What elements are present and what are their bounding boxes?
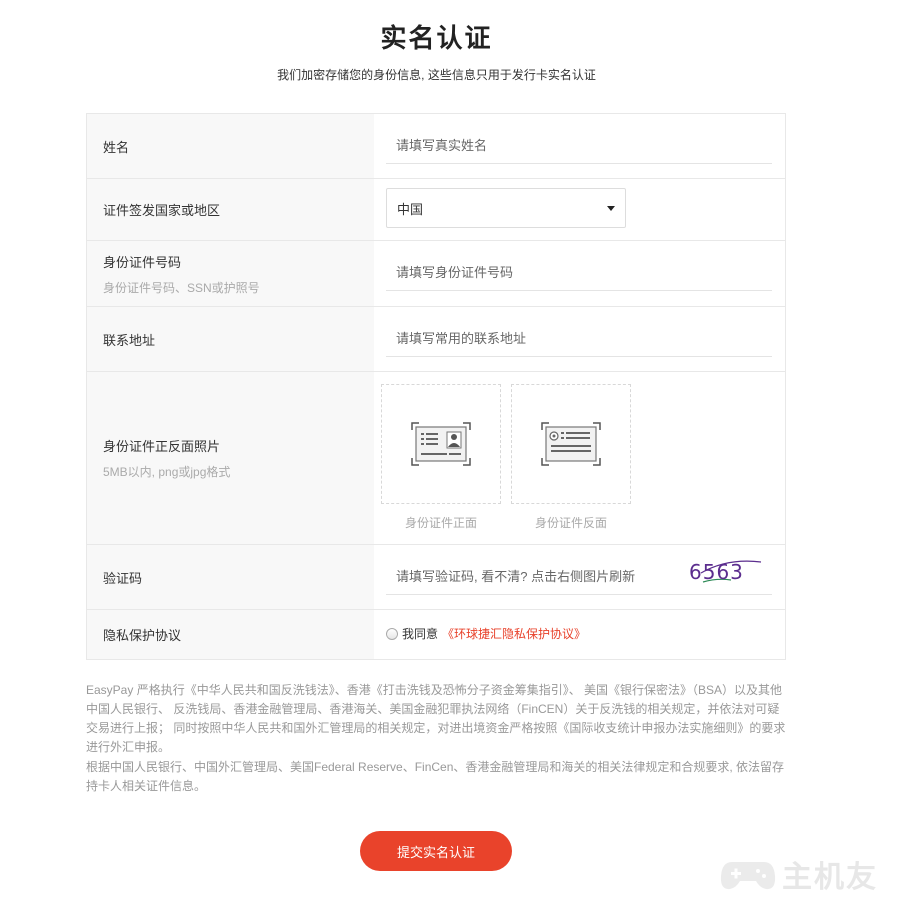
name-input[interactable]	[386, 128, 772, 164]
privacy-agree-text: 我同意	[402, 627, 439, 641]
privacy-label: 隐私保护协议	[103, 628, 182, 643]
id-back-caption: 身份证件反面	[534, 516, 607, 530]
chevron-down-icon	[607, 206, 615, 211]
name-label: 姓名	[103, 139, 130, 155]
address-label: 联系地址	[103, 332, 156, 348]
country-select-value: 中国	[397, 201, 424, 217]
name-label-cell: 姓名	[87, 114, 374, 178]
id-number-input[interactable]	[386, 255, 772, 291]
country-label: 证件签发国家或地区	[103, 203, 221, 218]
address-row: 联系地址	[87, 307, 785, 372]
id-back-upload[interactable]	[511, 384, 631, 504]
page-subtitle: 我们加密存储您的身份信息, 这些信息只用于发行卡实名认证	[277, 68, 596, 82]
privacy-label-cell: 隐私保护协议	[87, 610, 374, 659]
id-front-upload[interactable]	[381, 384, 501, 504]
privacy-agree-radio[interactable]	[386, 627, 398, 640]
privacy-row: 隐私保护协议 我同意 《环球捷汇隐私保护协议》	[87, 610, 785, 659]
privacy-agree-group: 我同意 《环球捷汇隐私保护协议》	[386, 625, 586, 642]
id-front-caption: 身份证件正面	[404, 516, 477, 530]
verification-form: 姓名 证件签发国家或地区 中国 身份证件号码 身份证件号码、SSN或护照号 联系…	[86, 113, 786, 660]
compliance-notice-2: 根据中国人民银行、中国外汇管理局、美国Federal Reserve、FinCe…	[86, 760, 785, 793]
page-title: 实名认证	[380, 23, 493, 53]
captcha-label-cell: 验证码	[87, 545, 374, 609]
id-number-hint: 身份证件号码、SSN或护照号	[103, 280, 260, 295]
id-photos-label-cell: 身份证件正反面照片 5MB以内, png或jpg格式	[87, 372, 374, 544]
submit-verification-button[interactable]: 提交实名认证	[360, 831, 512, 871]
id-photos-label: 身份证件正反面照片	[103, 439, 221, 454]
gamepad-icon	[720, 862, 776, 890]
country-select[interactable]: 中国	[386, 188, 626, 228]
id-card-back-icon	[541, 422, 601, 466]
country-row: 证件签发国家或地区 中国	[87, 179, 785, 241]
compliance-notice-1: EasyPay 严格执行《中华人民共和国反洗钱法》、香港《打击洗钱及恐怖分子资金…	[86, 683, 786, 754]
id-number-label: 身份证件号码	[103, 254, 182, 270]
watermark: 主机友	[720, 852, 878, 896]
captcha-code: 6563	[689, 560, 744, 584]
captcha-row: 验证码 6563	[87, 545, 785, 610]
country-label-cell: 证件签发国家或地区	[87, 179, 374, 240]
address-label-cell: 联系地址	[87, 307, 374, 371]
captcha-image[interactable]: 6563	[687, 552, 767, 592]
address-input[interactable]	[386, 321, 772, 357]
name-row: 姓名	[87, 114, 785, 179]
id-photos-row: 身份证件正反面照片 5MB以内, png或jpg格式 身份证件正面 身份证件反面	[87, 372, 785, 545]
id-number-row: 身份证件号码 身份证件号码、SSN或护照号	[87, 241, 785, 307]
id-number-label-cell: 身份证件号码 身份证件号码、SSN或护照号	[87, 241, 374, 306]
privacy-agreement-link[interactable]: 《环球捷汇隐私保护协议》	[442, 625, 586, 642]
watermark-text: 主机友	[782, 861, 878, 894]
captcha-label: 验证码	[103, 570, 143, 586]
id-card-front-icon	[411, 422, 471, 466]
id-photos-hint: 5MB以内, png或jpg格式	[103, 465, 231, 479]
